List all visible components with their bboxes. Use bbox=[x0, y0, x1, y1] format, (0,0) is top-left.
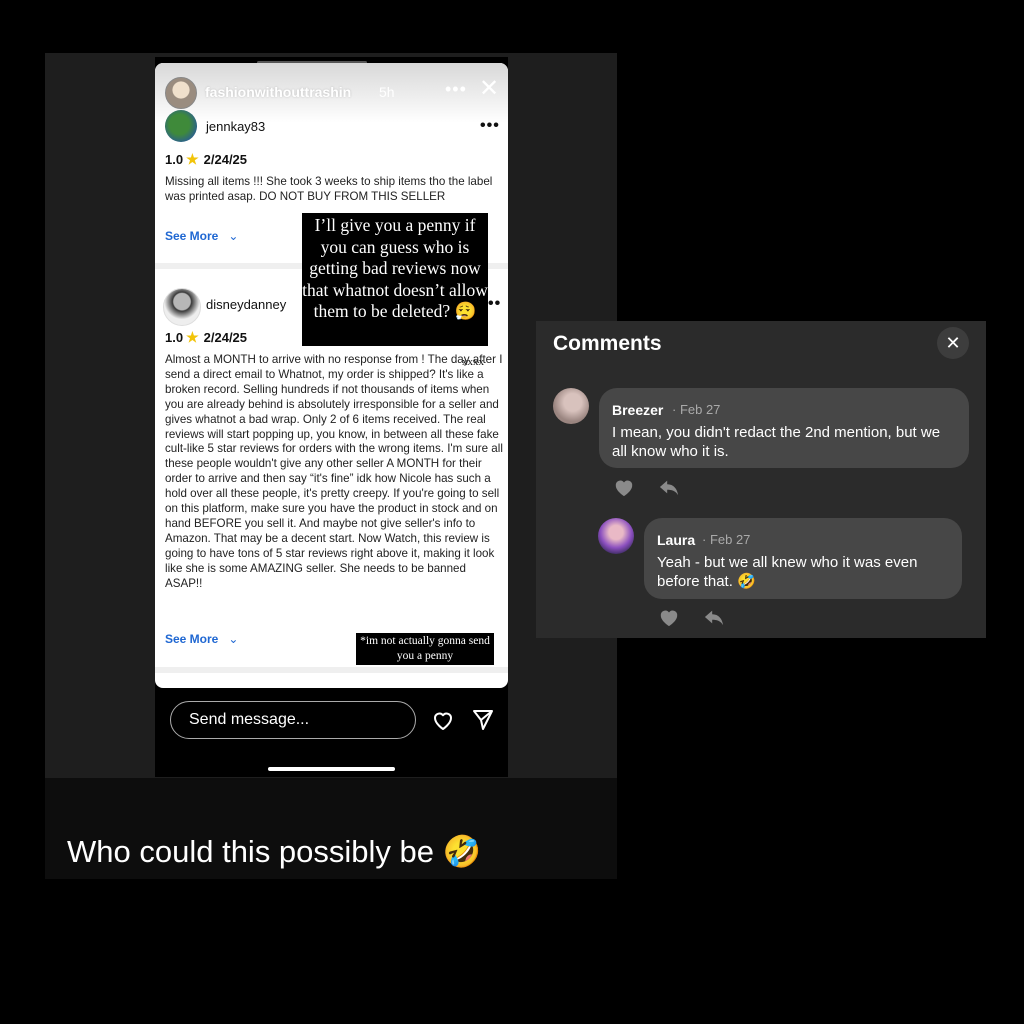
review-text: Almost a MONTH to arrive with no respons… bbox=[165, 353, 503, 590]
story-text-overlay: I’ll give you a penny if you can guess w… bbox=[302, 213, 488, 346]
story-more-icon[interactable]: ••• bbox=[445, 79, 467, 100]
comment-author[interactable]: Laura bbox=[657, 532, 695, 548]
story-timestamp: 5h bbox=[379, 84, 395, 100]
reviewer-avatar bbox=[163, 288, 201, 326]
comment-author[interactable]: Breezer bbox=[612, 402, 663, 418]
like-heart-icon[interactable] bbox=[613, 477, 635, 497]
see-more-label: See More bbox=[165, 229, 219, 243]
review-date: 2/24/25 bbox=[203, 152, 248, 167]
instagram-story: fashionwithouttrashin 5h ••• ✕ jennkay83… bbox=[155, 57, 508, 777]
redaction-mark: xxxx bbox=[462, 356, 484, 368]
rating-value: 1.0 bbox=[165, 152, 184, 167]
comment-date: · Feb 27 bbox=[702, 532, 751, 547]
review-rating: 1.0 ★ 2/24/25 bbox=[165, 329, 247, 346]
comment-date: · Feb 27 bbox=[672, 402, 721, 417]
reply-icon[interactable] bbox=[658, 477, 680, 497]
send-icon[interactable] bbox=[471, 708, 495, 732]
rating-value: 1.0 bbox=[165, 330, 184, 345]
review-rating: 1.0 ★ 2/24/25 bbox=[165, 151, 247, 168]
close-comments-button[interactable]: ✕ bbox=[937, 327, 969, 359]
chevron-down-icon: ⌄ bbox=[228, 632, 239, 646]
comment-text: Yeah - but we all knew who it was even b… bbox=[657, 554, 918, 590]
comment-text: I mean, you didn't redact the 2nd mentio… bbox=[612, 424, 941, 460]
story-disclaimer-overlay: *im not actually gonna send you a penny bbox=[356, 633, 494, 665]
story-screenshot-panel: fashionwithouttrashin 5h ••• ✕ jennkay83… bbox=[45, 53, 617, 879]
story-avatar[interactable] bbox=[165, 77, 197, 109]
review-separator bbox=[155, 667, 508, 673]
heart-icon[interactable] bbox=[431, 708, 455, 732]
comments-panel: Comments ✕ Breezer · Feb 27 I mean, you … bbox=[536, 321, 986, 638]
star-icon: ★ bbox=[186, 329, 199, 345]
avatar[interactable] bbox=[598, 518, 634, 554]
reviewer-avatar bbox=[165, 110, 197, 142]
star-icon: ★ bbox=[186, 151, 199, 167]
review-date: 2/24/25 bbox=[203, 330, 248, 345]
send-message-input[interactable]: Send message... bbox=[170, 701, 416, 739]
see-more-link: See More ⌄ bbox=[165, 632, 238, 646]
reply-icon[interactable] bbox=[703, 607, 725, 627]
review-more-icon: ••• bbox=[480, 117, 500, 134]
post-caption: Who could this possibly be 🤣 bbox=[67, 834, 482, 869]
story-close-icon[interactable]: ✕ bbox=[479, 77, 499, 101]
avatar[interactable] bbox=[553, 388, 589, 424]
reviewer-username: disneydanney bbox=[206, 297, 287, 312]
home-indicator bbox=[268, 767, 395, 771]
review-more-icon: •• bbox=[488, 295, 502, 312]
comments-title: Comments bbox=[553, 332, 662, 355]
reviewer-username: jennkay83 bbox=[206, 119, 266, 134]
comment-bubble: Laura · Feb 27 Yeah - but we all knew wh… bbox=[644, 518, 962, 599]
comment-bubble: Breezer · Feb 27 I mean, you didn't reda… bbox=[599, 388, 969, 468]
see-more-label: See More bbox=[165, 632, 219, 646]
chevron-down-icon: ⌄ bbox=[228, 229, 239, 243]
story-username[interactable]: fashionwithouttrashin bbox=[205, 84, 351, 100]
story-backdrop: fashionwithouttrashin 5h ••• ✕ jennkay83… bbox=[45, 53, 617, 778]
like-heart-icon[interactable] bbox=[658, 607, 680, 627]
review-text: Missing all items !!! She took 3 weeks t… bbox=[165, 175, 493, 203]
see-more-link: See More ⌄ bbox=[165, 229, 238, 243]
story-image: fashionwithouttrashin 5h ••• ✕ jennkay83… bbox=[155, 63, 508, 688]
